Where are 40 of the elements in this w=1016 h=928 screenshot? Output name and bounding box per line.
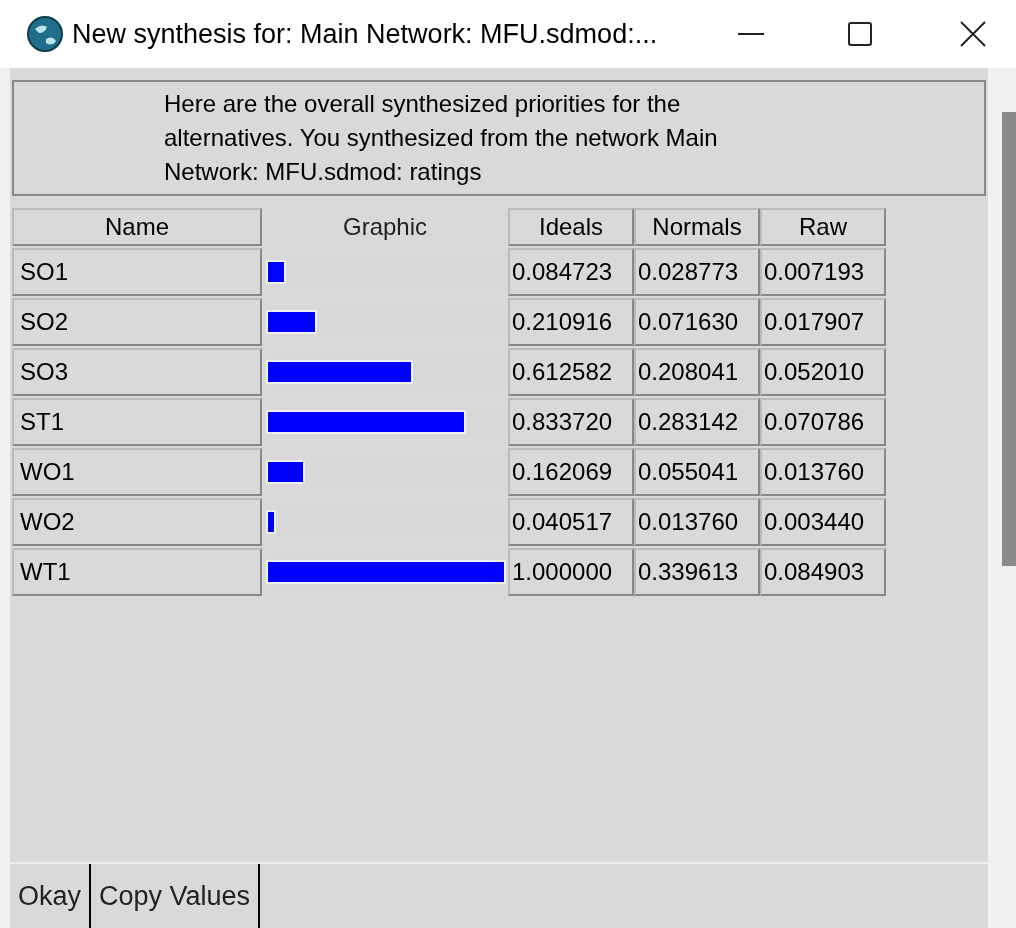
column-header[interactable]: Ideals xyxy=(508,208,634,246)
table-cell: 0.162069 xyxy=(508,448,634,496)
table-cell: 0.071630 xyxy=(634,298,760,346)
message-text: Here are the overall synthesized priorities for the alternatives. You synthesized from the network Main Network: MFU.sdmod: ratings xyxy=(164,89,719,187)
table-cell: SO2 xyxy=(12,298,262,346)
maximize-icon[interactable] xyxy=(848,22,872,46)
minimize-icon[interactable] xyxy=(738,32,764,36)
table-cell: SO3 xyxy=(12,348,262,396)
column-header[interactable]: Graphic xyxy=(262,208,508,246)
globe-icon xyxy=(26,15,64,53)
table-cell: 0.833720 xyxy=(508,398,634,446)
table-cell: WT1 xyxy=(12,548,262,596)
table-cell: 0.040517 xyxy=(508,498,634,546)
table-cell: SO1 xyxy=(12,248,262,296)
table-cell: 0.208041 xyxy=(634,348,760,396)
column-header[interactable]: Normals xyxy=(634,208,760,246)
table-cell: ST1 xyxy=(12,398,262,446)
table-cell: 0.013760 xyxy=(634,498,760,546)
table-cell: 0.017907 xyxy=(760,298,886,346)
table-cell: 0.052010 xyxy=(760,348,886,396)
close-icon[interactable] xyxy=(960,21,986,47)
column-header[interactable]: Raw xyxy=(760,208,886,246)
table-cell: WO2 xyxy=(12,498,262,546)
table-cell: 0.283142 xyxy=(634,398,760,446)
table-cell: 0.084723 xyxy=(508,248,634,296)
window-title: New synthesis for: Main Network: MFU.sdmod:... xyxy=(72,17,658,51)
scrollbar-thumb[interactable] xyxy=(1002,112,1016,566)
table-cell: 0.007193 xyxy=(760,248,886,296)
table-cell: 0.070786 xyxy=(760,398,886,446)
table-cell: WO1 xyxy=(12,448,262,496)
table-cell: 0.339613 xyxy=(634,548,760,596)
table-cell: 0.013760 xyxy=(760,448,886,496)
table-cell: 0.055041 xyxy=(634,448,760,496)
table-cell: 0.612582 xyxy=(508,348,634,396)
table-cell: 0.028773 xyxy=(634,248,760,296)
table-cell: 0.003440 xyxy=(760,498,886,546)
table-cell: 0.210916 xyxy=(508,298,634,346)
table-cell: 1.000000 xyxy=(508,548,634,596)
column-header[interactable]: Name xyxy=(12,208,262,246)
table-cell: 0.084903 xyxy=(760,548,886,596)
